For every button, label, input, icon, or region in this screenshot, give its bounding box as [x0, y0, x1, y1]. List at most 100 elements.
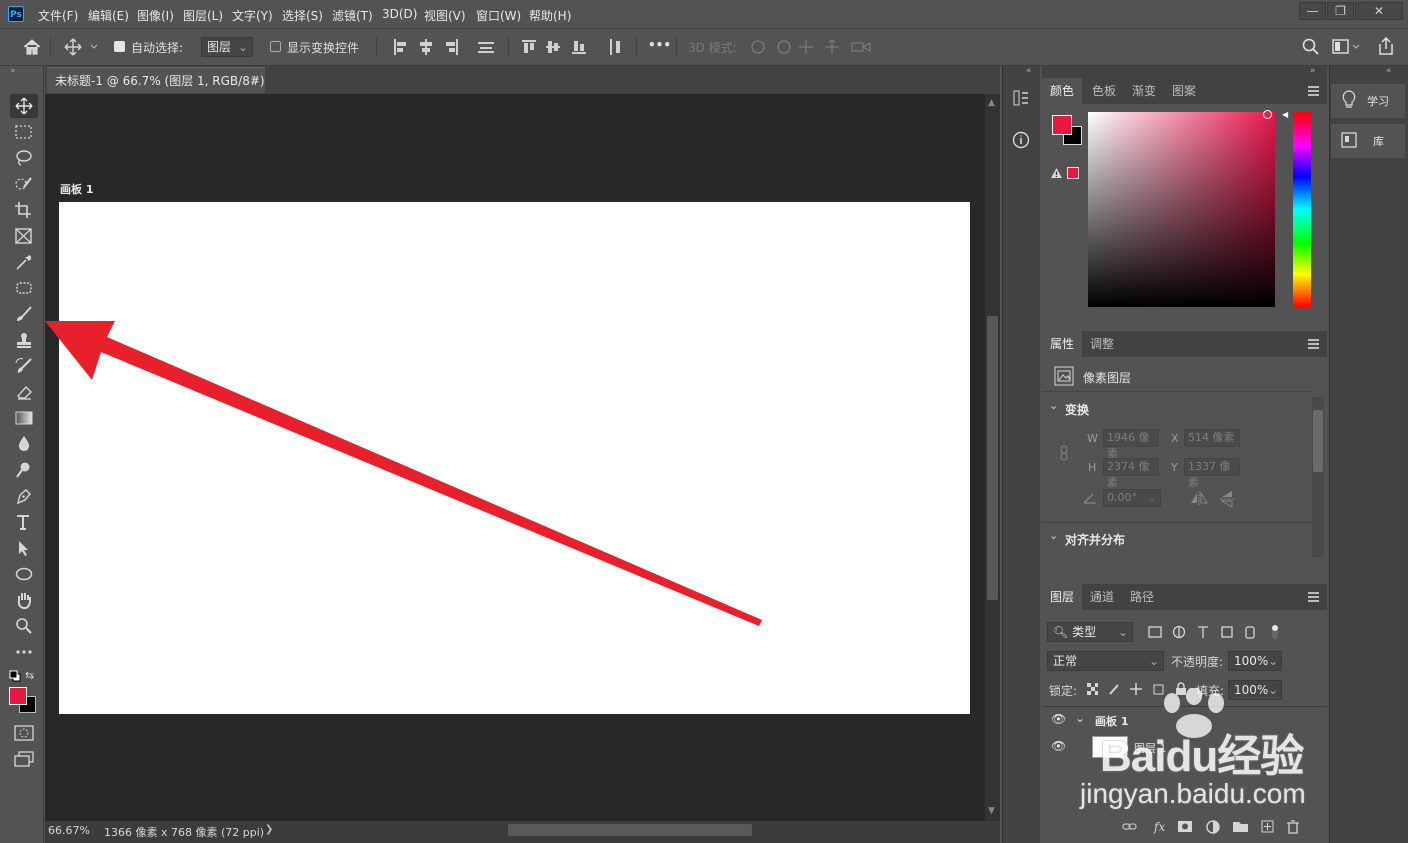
hand-tool[interactable] — [10, 588, 38, 612]
properties-scroll-thumb[interactable] — [1313, 410, 1323, 472]
angle-field[interactable]: 0.00° ⌄ — [1103, 489, 1161, 507]
align-section-title[interactable]: 对齐并分布 — [1065, 531, 1125, 548]
y-position-field[interactable]: 1337 像素 — [1184, 458, 1240, 489]
layers-panel-menu-icon[interactable] — [1308, 592, 1319, 604]
home-icon[interactable] — [22, 38, 42, 56]
color-panel-menu-icon[interactable] — [1308, 86, 1319, 98]
menu-3d[interactable]: 3D(D) — [382, 7, 417, 21]
chevron-down-icon[interactable]: ⌄ — [1075, 711, 1085, 725]
height-field[interactable]: 2374 像素 — [1103, 458, 1159, 489]
learn-panel-button[interactable]: 学习 — [1331, 84, 1405, 118]
menu-view[interactable]: 视图(V) — [424, 7, 466, 24]
tab-adjustments[interactable]: 调整 — [1082, 331, 1122, 357]
collapse-panels-icon[interactable]: » — [1310, 66, 1316, 76]
menu-edit[interactable]: 编辑(E) — [88, 7, 129, 24]
flip-vertical-icon[interactable] — [1220, 490, 1234, 508]
menu-filter[interactable]: 滤镜(T) — [332, 7, 373, 24]
menu-file[interactable]: 文件(F) — [38, 7, 78, 24]
library-panel-button[interactable]: 库 — [1331, 124, 1405, 158]
menu-select[interactable]: 选择(S) — [282, 7, 323, 24]
zoom-tool[interactable] — [10, 614, 38, 638]
blur-tool[interactable] — [10, 432, 38, 456]
foreground-color-swatch[interactable] — [9, 687, 27, 705]
collapse-strip-icon[interactable]: « — [1026, 66, 1032, 76]
auto-select-checkbox[interactable] — [114, 41, 125, 52]
swap-colors-icon[interactable]: ⇆ — [25, 669, 34, 682]
hue-slider[interactable] — [1293, 112, 1311, 307]
menu-window[interactable]: 窗口(W) — [476, 7, 521, 24]
quick-select-tool[interactable] — [10, 172, 38, 196]
more-options-icon[interactable]: ••• — [648, 38, 671, 52]
show-transform-checkbox[interactable] — [270, 41, 281, 52]
type-tool[interactable] — [10, 510, 38, 534]
scroll-up-icon[interactable]: ▲ — [988, 98, 995, 108]
eraser-tool[interactable] — [10, 380, 38, 404]
collapse-far-right-icon[interactable]: « — [1386, 66, 1392, 76]
blend-mode-dropdown[interactable]: 正常 ⌄ — [1047, 651, 1164, 671]
tab-swatches[interactable]: 色板 — [1084, 78, 1124, 104]
tab-channels[interactable]: 通道 — [1082, 584, 1122, 610]
crop-tool[interactable] — [10, 198, 38, 222]
color-panel-foreground-swatch[interactable] — [1052, 115, 1072, 135]
visibility-eye-icon[interactable]: 👁︎ — [1051, 712, 1066, 726]
horizontal-scroll-thumb[interactable] — [508, 824, 752, 836]
properties-panel-menu-icon[interactable] — [1308, 339, 1319, 351]
chevron-down-icon[interactable]: ⌄ — [1049, 529, 1058, 542]
search-icon[interactable] — [1302, 38, 1320, 56]
menu-layer[interactable]: 图层(L) — [183, 7, 223, 24]
move-tool-preset-icon[interactable] — [64, 38, 100, 56]
gradient-tool[interactable] — [10, 406, 38, 430]
menu-image[interactable]: 图像(I) — [137, 7, 174, 24]
status-menu-arrow[interactable]: ❯ — [265, 824, 273, 835]
tab-color[interactable]: 颜色 — [1042, 78, 1083, 104]
hue-slider-marker[interactable]: ◀ — [1282, 110, 1288, 119]
scroll-down-icon[interactable]: ▼ — [988, 806, 995, 816]
info-panel-icon[interactable] — [1012, 131, 1030, 149]
quick-mask-icon[interactable] — [13, 724, 35, 742]
layer-filter-dropdown[interactable]: 🔍︎ 类型 ⌄ — [1047, 622, 1133, 642]
default-colors-icon[interactable] — [9, 670, 21, 682]
restore-button[interactable]: ❐ — [1327, 2, 1354, 20]
eyedropper-tool[interactable] — [10, 250, 38, 274]
width-field[interactable]: 1946 像素 — [1103, 429, 1159, 460]
x-position-field[interactable]: 514 像素 — [1184, 429, 1240, 447]
path-selection-tool[interactable] — [10, 536, 38, 560]
vertical-scroll-thumb[interactable] — [987, 316, 998, 600]
tab-paths[interactable]: 路径 — [1122, 584, 1162, 610]
history-brush-tool[interactable] — [10, 354, 38, 378]
visibility-eye-icon[interactable]: 👁︎ — [1051, 739, 1066, 753]
frame-tool[interactable] — [10, 224, 38, 248]
color-field[interactable] — [1088, 110, 1275, 307]
move-tool[interactable] — [10, 94, 38, 118]
transform-section-title[interactable]: 变换 — [1065, 401, 1089, 418]
flip-horizontal-icon[interactable] — [1190, 491, 1208, 505]
artboard-label[interactable]: 画板 1 — [60, 181, 93, 197]
chevron-down-icon[interactable]: ⌄ — [1049, 399, 1058, 412]
share-icon[interactable] — [1377, 36, 1395, 56]
gamut-color-swatch[interactable] — [1067, 167, 1079, 179]
dodge-tool[interactable] — [10, 458, 38, 482]
tab-layers[interactable]: 图层 — [1042, 584, 1083, 610]
menu-help[interactable]: 帮助(H) — [529, 7, 571, 24]
collapse-toolbar-icon[interactable]: » — [10, 66, 16, 76]
marquee-tool[interactable] — [10, 120, 38, 144]
workspace-icon[interactable] — [1332, 38, 1360, 56]
lasso-tool[interactable] — [10, 146, 38, 170]
color-picker-marker[interactable] — [1263, 110, 1272, 119]
zoom-level[interactable]: 66.67% — [48, 824, 90, 837]
minimize-button[interactable]: — — [1299, 2, 1326, 20]
healing-brush-tool[interactable] — [10, 276, 38, 300]
opacity-field[interactable]: 100% ⌄ — [1228, 651, 1282, 671]
document-tab[interactable]: 未标题-1 @ 66.7% (图层 1, RGB/8#) × — [47, 67, 265, 93]
close-tab-icon[interactable]: × — [250, 72, 260, 86]
auto-select-target-dropdown[interactable]: 图层 ⌄ — [201, 37, 253, 57]
close-window-button[interactable]: ✕ — [1355, 2, 1403, 20]
link-icon[interactable] — [1058, 445, 1070, 461]
history-panel-icon[interactable] — [1012, 89, 1030, 107]
tab-gradients[interactable]: 渐变 — [1124, 78, 1164, 104]
tab-properties[interactable]: 属性 — [1042, 331, 1083, 357]
menu-type[interactable]: 文字(Y) — [232, 7, 273, 24]
clone-stamp-tool[interactable] — [10, 328, 38, 352]
ellipse-tool[interactable] — [10, 562, 38, 586]
brush-tool[interactable] — [10, 302, 38, 326]
